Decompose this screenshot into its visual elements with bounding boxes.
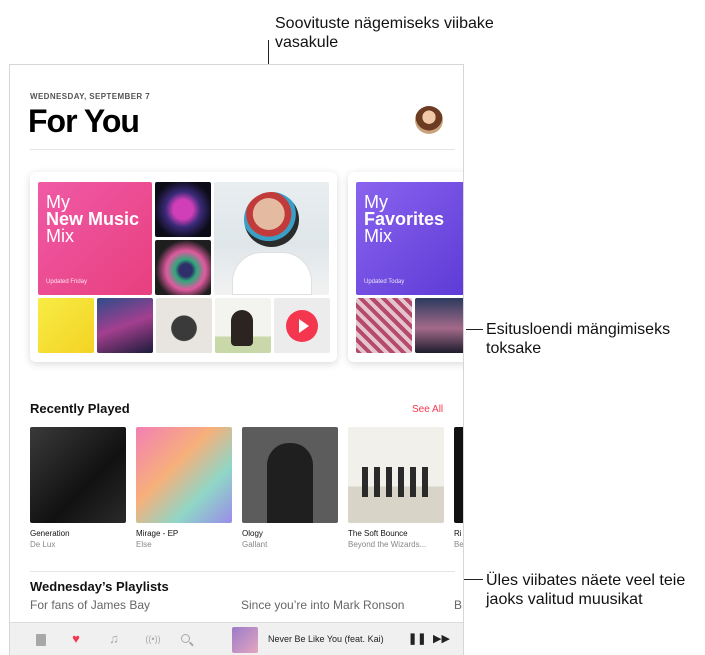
callout-swipe-left: Soovituste nägemiseks viibake vasakule: [275, 15, 494, 51]
album-art-figure: [231, 310, 253, 346]
album-art-large: [214, 182, 329, 295]
tab-bar: ♥ ♫ ((•)) Never Be Like You (feat. Kai) …: [10, 622, 463, 655]
album-art: [38, 298, 94, 353]
album-artist: Beyond the Wizards...: [348, 540, 427, 549]
album-art: [30, 427, 126, 523]
album-title: Generation: [30, 529, 70, 538]
search-icon[interactable]: [180, 633, 194, 647]
mix-line3: Mix: [46, 226, 74, 246]
favorites-mix-cover[interactable]: My Favorites Mix Updated Today: [356, 182, 463, 295]
play-tile[interactable]: [274, 298, 330, 353]
mix-line3: Mix: [364, 226, 392, 246]
playlist-subtitle: Since you’re into Mark Ronson: [241, 598, 405, 612]
callout-swipe-up: Üles viibates näete veel teie jaoks vali…: [486, 572, 686, 608]
mix-updated: Updated Today: [364, 279, 405, 285]
playlist-subtitle: For fans of James Bay: [30, 598, 151, 612]
mix-updated: Updated Friday: [46, 279, 88, 285]
favorites-mix-card[interactable]: My Favorites Mix Updated Today: [348, 172, 463, 362]
heart-icon[interactable]: ♥: [69, 631, 83, 646]
avatar[interactable]: [415, 106, 443, 134]
album-art-drums: [362, 467, 430, 497]
artist-photo-figure: [244, 192, 299, 247]
album-art-figure: [267, 443, 313, 523]
fast-forward-icon[interactable]: ▶▶: [433, 632, 450, 645]
album-title: Mirage - EP: [136, 529, 179, 538]
section-divider: [30, 571, 455, 572]
new-music-mix-card[interactable]: My New Music Mix Updated Friday: [30, 172, 337, 362]
new-music-mix-title: My New Music Mix: [46, 193, 139, 246]
album-art: [136, 427, 232, 523]
artist-photo-shirt: [232, 252, 312, 295]
album-artist: Else: [136, 540, 152, 549]
album-title: The Soft Bounce: [348, 529, 408, 538]
album-artist: Be: [454, 540, 464, 549]
now-playing-title[interactable]: Never Be Like You (feat. Kai): [268, 634, 384, 644]
play-icon[interactable]: [286, 310, 318, 342]
album-artist: Gallant: [242, 540, 268, 549]
favorites-mix-title: My Favorites Mix: [364, 193, 444, 246]
ipad-screen: WEDNESDAY, SEPTEMBER 7 For You My New Mu…: [9, 64, 464, 655]
recent-album[interactable]: Mirage - EP Else: [136, 427, 232, 549]
recent-album[interactable]: Generation De Lux: [30, 427, 126, 549]
new-music-mix-cover[interactable]: My New Music Mix Updated Friday: [38, 182, 152, 295]
recent-album[interactable]: Ri Be: [454, 427, 464, 549]
album-art: [348, 427, 444, 523]
pause-icon[interactable]: ❚❚: [408, 632, 426, 645]
recently-played-heading: Recently Played: [30, 401, 130, 416]
playlist-subtitle: B: [454, 598, 463, 612]
music-note-icon[interactable]: ♫: [107, 631, 121, 646]
album-art: [215, 298, 271, 353]
see-all-link[interactable]: See All: [412, 404, 443, 415]
album-art: [242, 427, 338, 523]
date-label: WEDNESDAY, SEPTEMBER 7: [30, 92, 151, 101]
callout-tap-play: Esitusloendi mängimiseks toksake: [486, 321, 671, 357]
radio-icon[interactable]: ((•)): [143, 634, 163, 648]
album-art: [155, 182, 211, 237]
now-playing-art[interactable]: [232, 627, 258, 653]
album-title: Ology: [242, 529, 263, 538]
album-artist: De Lux: [30, 540, 56, 549]
library-icon[interactable]: [34, 633, 48, 647]
album-title: Ri: [454, 529, 462, 538]
album-art: [415, 298, 463, 353]
header-divider: [30, 149, 455, 150]
page-title: For You: [28, 103, 140, 139]
playlists-heading: Wednesday’s Playlists: [30, 579, 169, 594]
album-art: [155, 240, 211, 295]
callout-line-middle: [466, 329, 483, 330]
album-art: [454, 427, 463, 523]
album-art: [356, 298, 412, 353]
album-art: [97, 298, 153, 353]
recent-album[interactable]: The Soft Bounce Beyond the Wizards...: [348, 427, 444, 549]
album-art: [156, 298, 212, 353]
recent-album[interactable]: Ology Gallant: [242, 427, 338, 549]
